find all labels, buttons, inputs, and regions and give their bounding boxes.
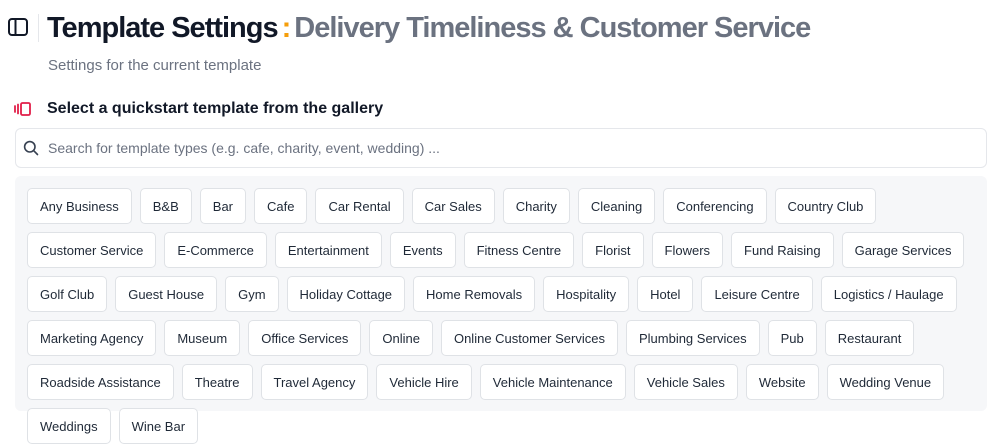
template-chip[interactable]: Bar [199,188,247,224]
template-chip[interactable]: Guest House [115,276,218,312]
search-icon [23,140,39,156]
template-chip[interactable]: Weddings [27,408,111,444]
template-chip[interactable]: Cafe [254,188,308,224]
template-chip[interactable]: Garage Services [841,232,965,268]
template-chip[interactable]: Leisure Centre [701,276,813,312]
template-chip[interactable]: Golf Club [27,276,108,312]
page-header: Template Settings: Delivery Timeliness & … [0,0,1003,74]
template-chip[interactable]: Travel Agency [260,364,369,400]
template-chip[interactable]: Website [745,364,819,400]
template-chip[interactable]: Pub [767,320,817,356]
template-chip[interactable]: Wine Bar [118,408,199,444]
gallery-section-header: Select a quickstart template from the ga… [14,98,383,120]
template-chip[interactable]: Vehicle Sales [633,364,738,400]
template-chip[interactable]: Charity [502,188,570,224]
template-chip[interactable]: Vehicle Maintenance [479,364,626,400]
template-chip[interactable]: Car Sales [411,188,495,224]
template-chip[interactable]: Fitness Centre [463,232,575,268]
template-chip[interactable]: Florist [582,232,644,268]
template-chip[interactable]: Theatre [181,364,253,400]
template-chip[interactable]: Car Rental [315,188,404,224]
template-chip[interactable]: Any Business [27,188,132,224]
template-chip[interactable]: Holiday Cottage [286,276,406,312]
template-chip[interactable]: Museum [164,320,241,356]
template-chip[interactable]: Cleaning [577,188,656,224]
template-chip[interactable]: Roadside Assistance [27,364,174,400]
template-chip[interactable]: Online Customer Services [440,320,618,356]
template-chip[interactable]: Conferencing [663,188,767,224]
page-title-main: Template Settings [47,12,279,44]
template-chip[interactable]: Plumbing Services [625,320,760,356]
template-chip[interactable]: Gym [225,276,279,312]
gallery-heading: Select a quickstart template from the ga… [47,100,384,117]
template-chip[interactable]: Vehicle Hire [376,364,472,400]
template-chip[interactable]: Entertainment [274,232,382,268]
template-search-input[interactable] [48,133,968,163]
template-search[interactable] [15,128,987,168]
template-chip[interactable]: B&B [139,188,192,224]
template-chip[interactable]: Hotel [637,276,694,312]
template-name: Delivery Timeliness & Customer Service [294,12,811,44]
template-chip[interactable]: Logistics / Haulage [820,276,957,312]
template-chip[interactable]: Wedding Venue [826,364,945,400]
template-chip[interactable]: Country Club [774,188,877,224]
template-chip[interactable]: Marketing Agency [27,320,157,356]
page-title: Template Settings: Delivery Timeliness & … [47,10,811,46]
template-chip[interactable]: Hospitality [543,276,630,312]
template-chip[interactable]: Customer Service [27,232,157,268]
gallery-icon [14,102,31,116]
template-chip[interactable]: Office Services [248,320,362,356]
template-chip[interactable]: Restaurant [824,320,915,356]
template-chip[interactable]: Fund Raising [731,232,834,268]
template-chip[interactable]: Online [369,320,433,356]
header-divider [38,14,39,42]
template-chip[interactable]: Events [389,232,456,268]
title-separator: : [281,12,292,44]
sidebar-panel-icon[interactable] [6,15,30,39]
sidebar-panel-icon-graphic [8,18,28,36]
template-gallery: Any Business B&B Bar Cafe Car Rental Car Sale… [15,176,987,444]
template-chip[interactable]: Flowers [651,232,724,268]
page-subtitle: Settings for the current template [48,57,262,74]
template-chip[interactable]: Home Removals [413,276,536,312]
template-chip[interactable]: E-Commerce [164,232,267,268]
